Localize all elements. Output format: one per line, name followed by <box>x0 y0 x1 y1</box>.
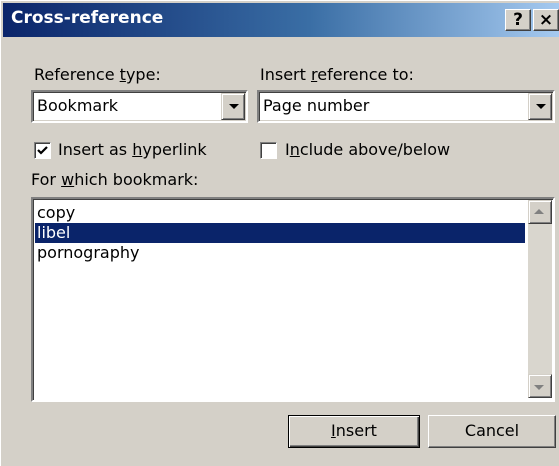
reference-type-value: Bookmark <box>37 96 119 115</box>
insert-as-hyperlink-checkbox[interactable] <box>34 142 51 159</box>
chevron-up-icon <box>534 209 544 214</box>
reference-type-label: Reference type: <box>34 65 161 84</box>
close-icon: × <box>538 10 554 30</box>
chevron-down-icon <box>534 385 544 390</box>
close-button[interactable]: × <box>533 9 559 31</box>
vertical-scrollbar[interactable] <box>528 200 552 398</box>
insert-button[interactable]: Insert <box>288 415 420 448</box>
help-button[interactable]: ? <box>505 9 531 31</box>
insert-reference-to-dropdown[interactable]: Page number <box>257 90 555 123</box>
scroll-down-button[interactable] <box>528 374 552 398</box>
help-icon: ? <box>513 10 523 30</box>
include-above-below-checkbox[interactable] <box>260 142 277 159</box>
title-bar[interactable]: Cross-reference ? × <box>3 3 559 37</box>
chevron-down-icon <box>229 104 239 109</box>
list-item[interactable]: copy <box>35 203 525 223</box>
scroll-up-button[interactable] <box>528 200 552 224</box>
reference-type-dropdown[interactable]: Bookmark <box>31 90 248 123</box>
insert-as-hyperlink-label[interactable]: Insert as hyperlink <box>58 140 207 159</box>
include-above-below-label[interactable]: Include above/below <box>285 140 450 159</box>
bookmark-list: copy libel pornography <box>35 203 525 263</box>
checkmark-icon <box>37 146 48 155</box>
cross-reference-dialog: Cross-reference ? × Reference type: Book… <box>0 0 559 466</box>
chevron-down-icon <box>536 104 546 109</box>
list-item[interactable]: pornography <box>35 243 525 263</box>
bookmark-listbox[interactable]: copy libel pornography <box>31 197 555 402</box>
for-which-bookmark-label: For which bookmark: <box>31 170 199 189</box>
insert-reference-to-value: Page number <box>263 96 370 115</box>
insert-reference-to-label: Insert reference to: <box>260 65 414 84</box>
dialog-title: Cross-reference <box>11 8 164 28</box>
insert-reference-to-dropdown-arrow[interactable] <box>528 93 552 120</box>
cancel-button[interactable]: Cancel <box>428 415 556 448</box>
list-item-selected[interactable]: libel <box>35 223 525 243</box>
reference-type-dropdown-arrow[interactable] <box>221 93 245 120</box>
